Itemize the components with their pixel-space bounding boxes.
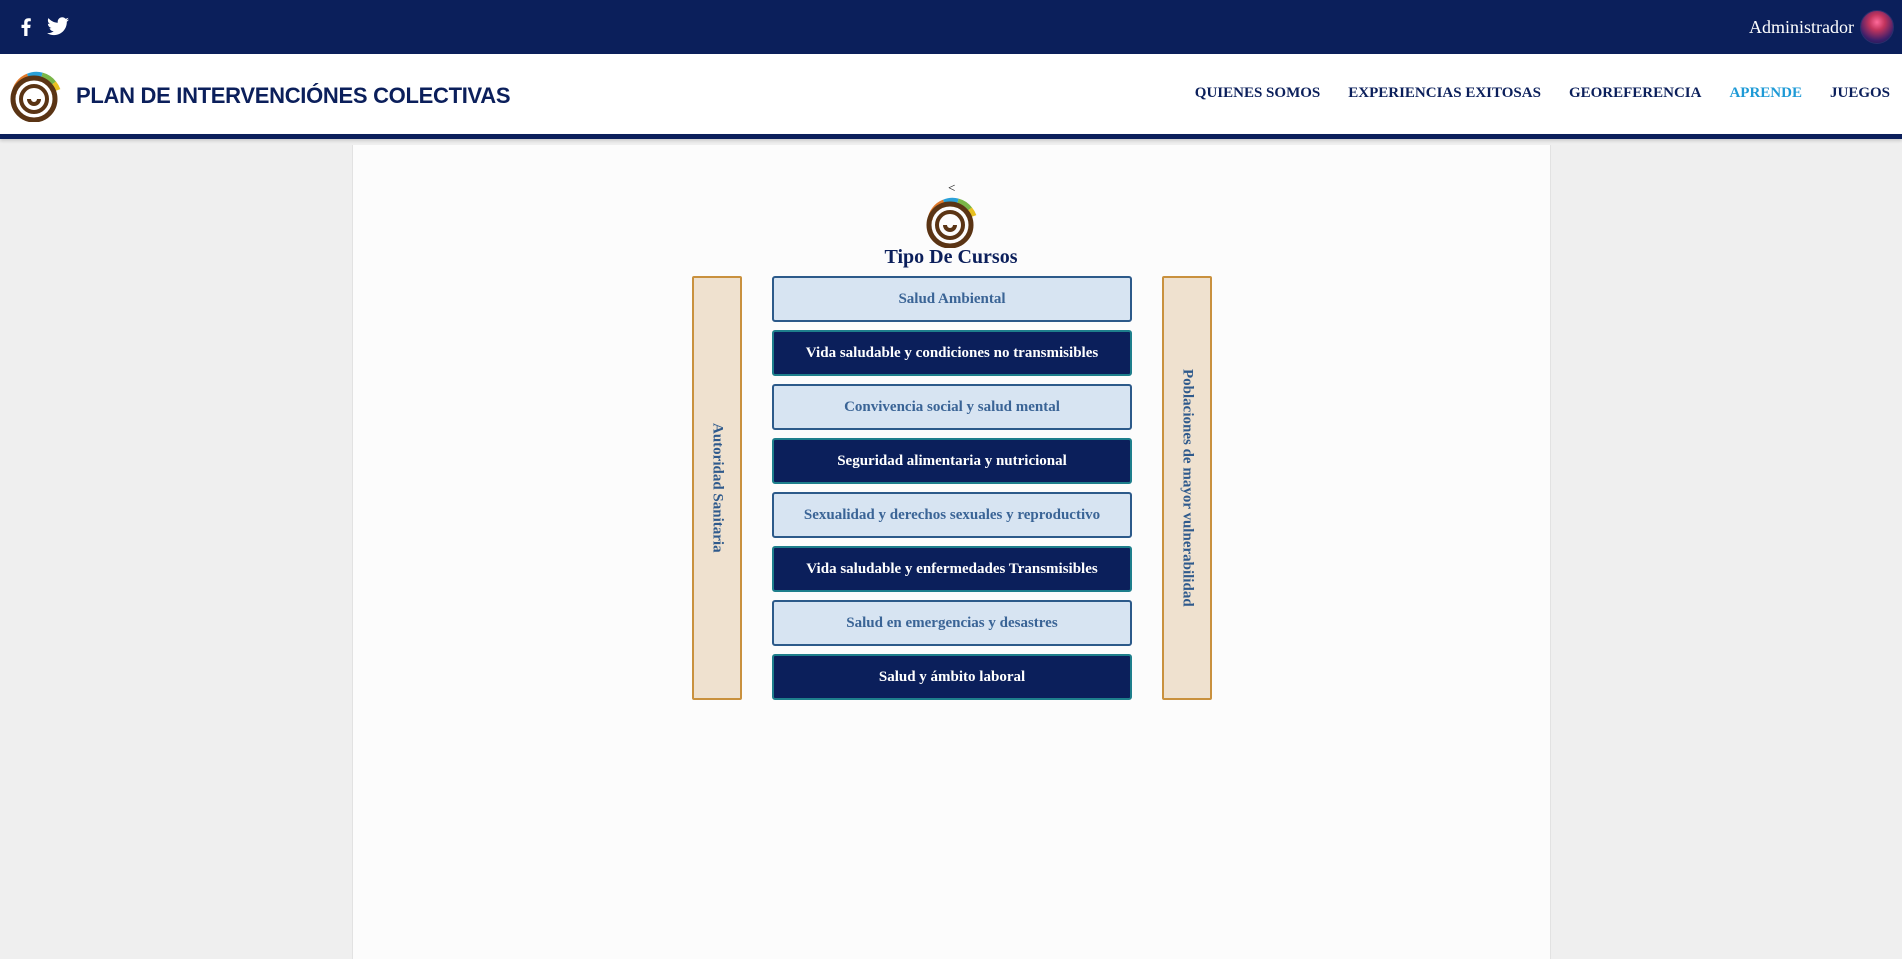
course-button[interactable]: Salud y ámbito laboral [772, 654, 1132, 700]
user-name: Administrador [1749, 16, 1854, 37]
course-button[interactable]: Sexualidad y derechos sexuales y reprodu… [772, 492, 1132, 538]
course-button[interactable]: Vida saludable y enfermedades Transmisib… [772, 546, 1132, 592]
side-panel-autoridad-sanitaria[interactable]: Autoridad Sanitaria [692, 276, 742, 700]
course-button[interactable]: Salud Ambiental [772, 276, 1132, 322]
side-panel-poblaciones-vulnerables[interactable]: Poblaciones de mayor vulnerabilidad [1162, 276, 1212, 700]
side-panel-label: Autoridad Sanitaria [709, 423, 726, 553]
main-nav: QUIENES SOMOS EXPERIENCIAS EXITOSAS GEOR… [1195, 85, 1890, 102]
facebook-icon[interactable] [14, 14, 38, 38]
nav-item-georeferencia[interactable]: GEOREFERENCIA [1569, 85, 1702, 102]
page-title: Tipo De Cursos [884, 246, 1018, 268]
nav-item-aprende[interactable]: APRENDE [1729, 85, 1802, 102]
header-divider [0, 134, 1902, 139]
site-header: PLAN DE INTERVENCIÓNES COLECTIVAS QUIENE… [0, 54, 1902, 134]
back-caret[interactable]: < [948, 180, 955, 196]
twitter-icon[interactable] [46, 14, 70, 38]
social-links [14, 14, 70, 38]
course-button[interactable]: Convivencia social y salud mental [772, 384, 1132, 430]
brand[interactable]: PLAN DE INTERVENCIÓNES COLECTIVAS [4, 70, 511, 122]
site-title: PLAN DE INTERVENCIÓNES COLECTIVAS [76, 83, 511, 108]
nav-item-experiencias-exitosas[interactable]: EXPERIENCIAS EXITOSAS [1348, 85, 1541, 102]
spiral-logo-icon [926, 197, 977, 248]
course-button[interactable]: Vida saludable y condiciones no transmis… [772, 330, 1132, 376]
avatar[interactable] [1860, 10, 1894, 44]
spiral-logo-icon [10, 71, 61, 122]
course-button[interactable]: Salud en emergencias y desastres [772, 600, 1132, 646]
nav-item-juegos[interactable]: JUEGOS [1830, 85, 1890, 102]
course-list: Salud Ambiental Vida saludable y condici… [772, 276, 1132, 700]
side-panel-label: Poblaciones de mayor vulnerabilidad [1179, 369, 1196, 607]
nav-item-quienes-somos[interactable]: QUIENES SOMOS [1195, 85, 1320, 102]
user-menu[interactable]: Administrador [1749, 10, 1894, 44]
top-bar: Administrador [0, 0, 1902, 54]
course-button[interactable]: Seguridad alimentaria y nutricional [772, 438, 1132, 484]
